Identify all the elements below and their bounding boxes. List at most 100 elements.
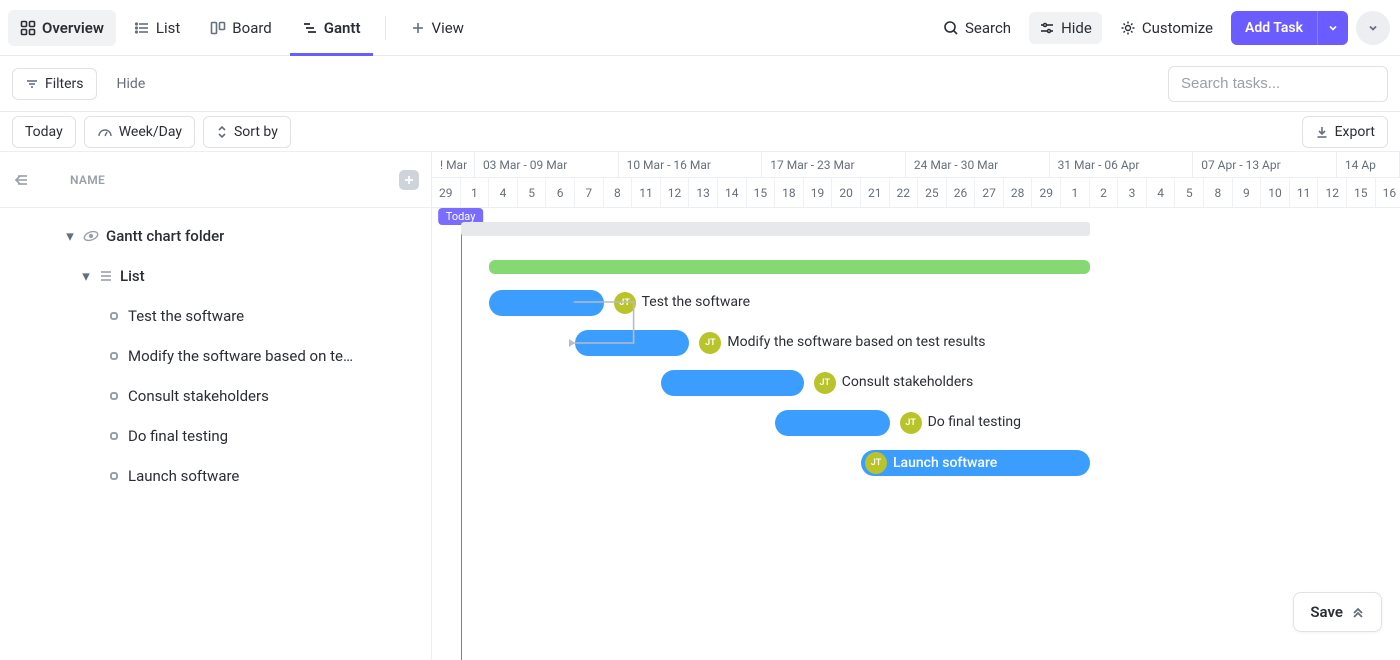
list-icon bbox=[134, 20, 150, 36]
search-icon bbox=[943, 20, 959, 36]
week-header-cell: 10 Mar - 16 Mar bbox=[619, 152, 763, 177]
summary-bar[interactable] bbox=[461, 222, 1090, 236]
customize-button[interactable]: Customize bbox=[1110, 12, 1223, 44]
caret-down-icon[interactable]: ▾ bbox=[80, 267, 92, 285]
status-bullet bbox=[110, 472, 118, 480]
day-header-cell: 11 bbox=[1290, 178, 1319, 207]
download-icon bbox=[1315, 125, 1329, 139]
task-name: Launch software bbox=[128, 467, 239, 485]
label: Today bbox=[25, 124, 63, 140]
add-task-dropdown[interactable] bbox=[1317, 11, 1348, 45]
day-header-cell: 16 bbox=[1376, 178, 1400, 207]
add-column-button[interactable] bbox=[399, 170, 419, 190]
day-header-cell: 12 bbox=[661, 178, 690, 207]
caret-down-icon[interactable]: ▾ bbox=[64, 227, 76, 245]
day-header-cell: 19 bbox=[804, 178, 833, 207]
day-header-cell: 25 bbox=[918, 178, 947, 207]
status-bullet bbox=[110, 392, 118, 400]
save-button[interactable]: Save bbox=[1293, 592, 1382, 632]
tab-gantt[interactable]: Gantt bbox=[290, 10, 373, 46]
day-header-cell: 28 bbox=[1004, 178, 1033, 207]
day-header-cell: 21 bbox=[861, 178, 890, 207]
gantt-container: NAME ▾ Gantt chart folder ▾ List Test th bbox=[0, 152, 1400, 660]
task-row-3[interactable]: Do final testing bbox=[0, 416, 431, 456]
task-name: Do final testing bbox=[128, 427, 228, 445]
folder-row[interactable]: ▾ Gantt chart folder bbox=[0, 216, 431, 256]
day-header-cell: 1 bbox=[461, 178, 490, 207]
tab-board[interactable]: Board bbox=[198, 10, 283, 46]
gantt-left-panel: NAME ▾ Gantt chart folder ▾ List Test th bbox=[0, 152, 432, 660]
board-icon bbox=[210, 20, 226, 36]
hide-button[interactable]: Hide bbox=[1029, 12, 1102, 44]
today-button[interactable]: Today bbox=[12, 116, 76, 148]
week-header-cell: 17 Mar - 23 Mar bbox=[762, 152, 906, 177]
folder-name: Gantt chart folder bbox=[106, 227, 224, 245]
task-bar[interactable] bbox=[489, 290, 603, 316]
assignee-avatar[interactable]: JT bbox=[814, 372, 836, 394]
week-header-cell: ! Mar bbox=[432, 152, 475, 177]
task-bar-label: Consult stakeholders bbox=[842, 374, 973, 390]
tab-label: View bbox=[432, 19, 464, 37]
folder-icon bbox=[82, 227, 100, 245]
task-bar-label: Test the software bbox=[642, 294, 750, 310]
label: Customize bbox=[1142, 19, 1213, 37]
week-header-cell: 31 Mar - 06 Apr bbox=[1050, 152, 1194, 177]
day-header-cell: 4 bbox=[1147, 178, 1176, 207]
filter-bar: Filters Hide bbox=[0, 56, 1400, 112]
filters-button[interactable]: Filters bbox=[12, 68, 97, 100]
search-button[interactable]: Search bbox=[933, 12, 1021, 44]
add-task-button[interactable]: Add Task bbox=[1231, 11, 1317, 45]
export-button[interactable]: Export bbox=[1302, 116, 1388, 148]
day-header-cell: 15 bbox=[1347, 178, 1376, 207]
assignee-avatar[interactable]: JT bbox=[614, 292, 636, 314]
gantt-icon bbox=[302, 20, 318, 36]
day-header-cell: 4 bbox=[489, 178, 518, 207]
day-header-cell: 10 bbox=[1261, 178, 1290, 207]
assignee-avatar[interactable]: JT bbox=[865, 452, 887, 474]
task-bar[interactable] bbox=[575, 330, 689, 356]
task-name: Test the software bbox=[128, 307, 244, 325]
tab-list[interactable]: List bbox=[122, 10, 192, 46]
active-tab-indicator bbox=[290, 53, 373, 56]
task-bar-label: Launch software bbox=[893, 455, 997, 471]
label: Add Task bbox=[1245, 20, 1303, 36]
tab-label: List bbox=[156, 19, 180, 37]
tab-overview[interactable]: Overview bbox=[8, 10, 116, 46]
week-header-cell: 14 Ap bbox=[1337, 152, 1400, 177]
collapse-panel-icon[interactable] bbox=[12, 171, 30, 189]
scale-button[interactable]: Week/Day bbox=[84, 116, 195, 148]
task-row-1[interactable]: Modify the software based on te… bbox=[0, 336, 431, 376]
task-tree: ▾ Gantt chart folder ▾ List Test the sof… bbox=[0, 208, 431, 496]
more-menu-button[interactable] bbox=[1356, 11, 1390, 45]
label: Search bbox=[965, 19, 1011, 37]
add-view-button[interactable]: View bbox=[398, 10, 476, 46]
task-row-4[interactable]: Launch software bbox=[0, 456, 431, 496]
day-header-cell: 11 bbox=[632, 178, 661, 207]
gantt-body[interactable]: TodayJTTest the softwareJTModify the sof… bbox=[432, 208, 1400, 660]
label: Save bbox=[1310, 603, 1343, 621]
chevron-down-icon bbox=[1328, 23, 1338, 33]
list-icon bbox=[98, 268, 114, 284]
hide-filter-button[interactable]: Hide bbox=[105, 68, 158, 100]
day-header-cell: 26 bbox=[947, 178, 976, 207]
today-line bbox=[461, 208, 462, 660]
divider bbox=[385, 16, 386, 40]
task-row-0[interactable]: Test the software bbox=[0, 296, 431, 336]
gauge-icon bbox=[97, 125, 113, 139]
list-group-row[interactable]: ▾ List bbox=[0, 256, 431, 296]
task-row-2[interactable]: Consult stakeholders bbox=[0, 376, 431, 416]
task-bar-label: Modify the software based on test result… bbox=[727, 334, 985, 350]
plus-icon bbox=[410, 20, 426, 36]
week-header-cell: 07 Apr - 13 Apr bbox=[1193, 152, 1337, 177]
task-bar[interactable] bbox=[661, 370, 804, 396]
dependency-arrow bbox=[432, 208, 1400, 660]
task-bar[interactable] bbox=[775, 410, 889, 436]
search-input[interactable] bbox=[1168, 66, 1388, 102]
assignee-avatar[interactable]: JT bbox=[699, 332, 721, 354]
week-header-cell: 24 Mar - 30 Mar bbox=[906, 152, 1050, 177]
group-bar[interactable] bbox=[489, 260, 1090, 274]
assignee-avatar[interactable]: JT bbox=[900, 412, 922, 434]
sort-button[interactable]: Sort by bbox=[203, 116, 291, 148]
status-bullet bbox=[110, 352, 118, 360]
chevron-down-icon bbox=[1367, 22, 1379, 34]
